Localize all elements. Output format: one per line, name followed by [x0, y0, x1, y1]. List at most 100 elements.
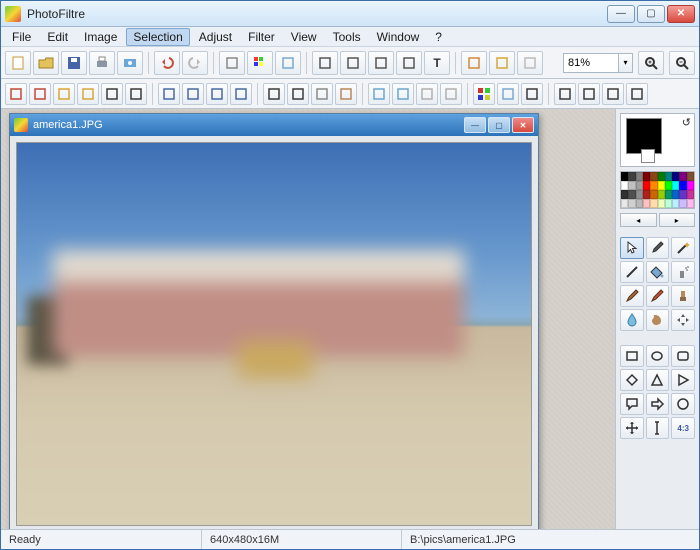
swatch[interactable]: [672, 181, 679, 190]
swatch[interactable]: [621, 190, 628, 199]
ratio-43-icon[interactable]: 4:3: [671, 417, 695, 439]
swatch[interactable]: [679, 172, 686, 181]
diamond-icon[interactable]: [620, 369, 644, 391]
swatch[interactable]: [672, 199, 679, 208]
swatch[interactable]: [636, 199, 643, 208]
arrow-shape-icon[interactable]: [646, 393, 670, 415]
move-icon[interactable]: [620, 417, 644, 439]
doc-maximize-button[interactable]: ▢: [488, 117, 510, 133]
scroll-icon[interactable]: [671, 309, 695, 331]
filter-b-icon[interactable]: [440, 83, 462, 105]
brightness-plus-icon[interactable]: [77, 83, 99, 105]
zoom-out-icon[interactable]: [669, 51, 695, 75]
swatch[interactable]: [628, 190, 635, 199]
brightness-minus-icon[interactable]: [53, 83, 75, 105]
swatch[interactable]: [665, 172, 672, 181]
plugin-c-icon[interactable]: [517, 51, 543, 75]
circle-shape-icon[interactable]: [671, 393, 695, 415]
swatch[interactable]: [665, 181, 672, 190]
menu-help[interactable]: ?: [428, 28, 449, 46]
doc-close-button[interactable]: ✕: [512, 117, 534, 133]
swatch[interactable]: [687, 172, 694, 181]
ellipse-icon[interactable]: [646, 345, 670, 367]
image-manager-icon[interactable]: [275, 51, 301, 75]
advanced-brush-icon[interactable]: [646, 285, 670, 307]
rgb-icon[interactable]: [247, 51, 273, 75]
swatch[interactable]: [679, 181, 686, 190]
save-icon[interactable]: [61, 51, 87, 75]
crop-icon[interactable]: [521, 83, 543, 105]
swatch[interactable]: [628, 199, 635, 208]
swatch[interactable]: [643, 181, 650, 190]
document-titlebar[interactable]: america1.JPG — ▢ ✕: [10, 114, 538, 136]
zoom-input[interactable]: 81%: [563, 53, 619, 73]
menu-filter[interactable]: Filter: [241, 28, 282, 46]
rect-icon[interactable]: [620, 345, 644, 367]
gradient-icon[interactable]: [497, 83, 519, 105]
swatch[interactable]: [643, 190, 650, 199]
stamp-icon[interactable]: [671, 285, 695, 307]
swatch[interactable]: [628, 181, 635, 190]
sat-minus-icon[interactable]: [206, 83, 228, 105]
swatch[interactable]: [636, 190, 643, 199]
fill-icon[interactable]: [646, 261, 670, 283]
menu-adjust[interactable]: Adjust: [192, 28, 239, 46]
rotate-r-icon[interactable]: [626, 83, 648, 105]
mirror-v-icon[interactable]: [578, 83, 600, 105]
color-selector[interactable]: ↺: [620, 113, 695, 167]
histogram-icon[interactable]: [263, 83, 285, 105]
swatch[interactable]: [687, 181, 694, 190]
swatch[interactable]: [643, 199, 650, 208]
clone-icon[interactable]: [368, 51, 394, 75]
swatch[interactable]: [658, 172, 665, 181]
menu-file[interactable]: File: [5, 28, 38, 46]
swatch[interactable]: [650, 172, 657, 181]
filter-a-icon[interactable]: [416, 83, 438, 105]
layer-icon[interactable]: [219, 51, 245, 75]
print-icon[interactable]: [89, 51, 115, 75]
pointer-icon[interactable]: [620, 237, 644, 259]
auto-contrast-icon[interactable]: [29, 83, 51, 105]
transparent-icon[interactable]: [396, 51, 422, 75]
close-button[interactable]: ✕: [667, 5, 695, 23]
swatch[interactable]: [650, 190, 657, 199]
sat-plus-icon[interactable]: [230, 83, 252, 105]
twain-icon[interactable]: [117, 51, 143, 75]
swatch[interactable]: [621, 181, 628, 190]
swatch[interactable]: [665, 190, 672, 199]
background-color[interactable]: [641, 149, 655, 163]
brush-icon[interactable]: [620, 285, 644, 307]
swatch[interactable]: [658, 190, 665, 199]
maximize-button[interactable]: ▢: [637, 5, 665, 23]
sepia-icon[interactable]: [335, 83, 357, 105]
swatch[interactable]: [665, 199, 672, 208]
menu-tools[interactable]: Tools: [326, 28, 368, 46]
mirror-h-icon[interactable]: [554, 83, 576, 105]
pipette-icon[interactable]: [646, 237, 670, 259]
effects-icon[interactable]: [340, 51, 366, 75]
text-cursor-icon[interactable]: [646, 417, 670, 439]
swatch[interactable]: [636, 172, 643, 181]
swatch[interactable]: [621, 172, 628, 181]
swatch[interactable]: [687, 190, 694, 199]
menu-selection[interactable]: Selection: [126, 28, 189, 46]
redo-icon[interactable]: [182, 51, 208, 75]
arrow-down-icon[interactable]: [312, 51, 338, 75]
photo-canvas[interactable]: [16, 142, 532, 526]
swatch[interactable]: [643, 172, 650, 181]
swatch[interactable]: [679, 190, 686, 199]
swatch[interactable]: [672, 172, 679, 181]
swatch[interactable]: [621, 199, 628, 208]
doc-minimize-button[interactable]: —: [464, 117, 486, 133]
swatch[interactable]: [658, 181, 665, 190]
triangle-right-icon[interactable]: [671, 369, 695, 391]
swatch[interactable]: [658, 199, 665, 208]
menu-view[interactable]: View: [284, 28, 324, 46]
plugin-a-icon[interactable]: [461, 51, 487, 75]
swatch[interactable]: [687, 199, 694, 208]
minimize-button[interactable]: —: [607, 5, 635, 23]
menu-image[interactable]: Image: [77, 28, 124, 46]
talk-bubble-icon[interactable]: [620, 393, 644, 415]
line-icon[interactable]: [620, 261, 644, 283]
wand-icon[interactable]: [671, 237, 695, 259]
